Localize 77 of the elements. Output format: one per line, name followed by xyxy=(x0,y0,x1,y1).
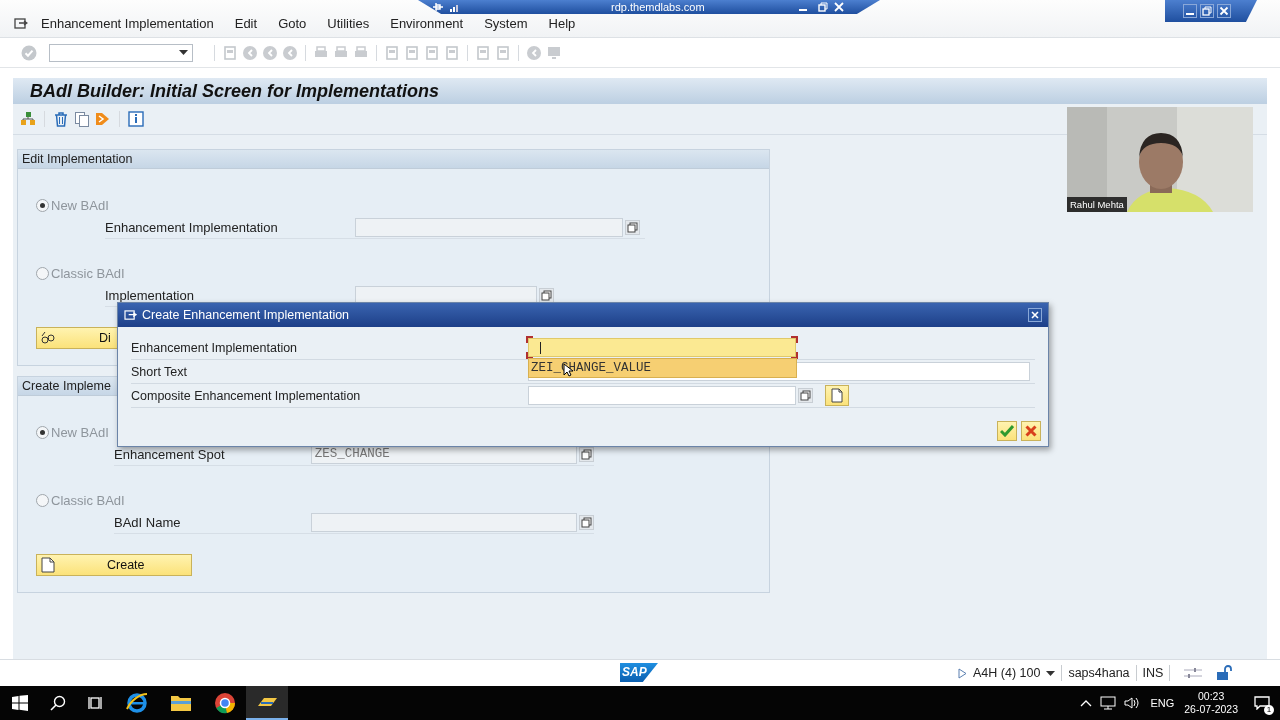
notification-badge: 1 xyxy=(1264,705,1274,715)
field-label: Implementation xyxy=(105,287,195,303)
menu-item[interactable]: Environment xyxy=(390,16,464,31)
notification-button[interactable]: 1 xyxy=(1250,691,1274,715)
checkmark-icon xyxy=(1000,425,1014,437)
dialog-menu-icon[interactable] xyxy=(124,309,137,321)
screen-title: BAdI Builder: Initial Screen for Implementations xyxy=(30,80,440,102)
close-icon[interactable] xyxy=(1217,4,1231,18)
network-icon[interactable] xyxy=(1100,696,1117,710)
document-icon xyxy=(831,388,843,403)
message-icon xyxy=(1254,696,1270,710)
search-icon[interactable] xyxy=(50,695,66,711)
restore-icon[interactable] xyxy=(818,2,828,12)
chrome-icon[interactable] xyxy=(214,692,236,714)
minimize-icon[interactable] xyxy=(1183,4,1197,18)
menu-item[interactable]: Edit xyxy=(234,16,258,31)
lock-icon[interactable] xyxy=(1216,665,1233,681)
menu-item[interactable]: Enhancement Implementation xyxy=(41,16,214,31)
volume-icon[interactable] xyxy=(1124,696,1141,710)
radio-label: Classic BAdI xyxy=(51,265,125,281)
trash-icon[interactable] xyxy=(53,111,69,127)
dialog-title: Create Enhancement Implementation xyxy=(142,308,350,322)
input-field[interactable] xyxy=(528,386,796,405)
field-label: Enhancement Implementation xyxy=(105,219,279,235)
field-label: Enhancement Spot xyxy=(114,446,226,462)
radio-label: New BAdI xyxy=(51,424,109,440)
value-help-icon[interactable] xyxy=(798,388,813,403)
system-info: A4H (4) 100 xyxy=(973,666,1041,680)
remote-host: rdp.themdlabs.com xyxy=(611,1,705,13)
browser-icon[interactable] xyxy=(126,692,148,714)
sap-logo: SAP xyxy=(620,663,658,682)
participant-name: Rahul Mehta xyxy=(1067,197,1127,212)
caret-icon xyxy=(179,50,188,55)
value-help-icon[interactable] xyxy=(579,446,594,462)
cancel-button[interactable] xyxy=(1021,421,1041,441)
document-icon xyxy=(41,557,55,573)
close-icon xyxy=(1025,425,1037,437)
input-field[interactable] xyxy=(528,338,796,357)
field-label: Short Text xyxy=(131,364,189,379)
close-icon[interactable] xyxy=(1028,308,1042,322)
menu-item[interactable]: Utilities xyxy=(327,16,370,31)
chevron-up-icon[interactable] xyxy=(1080,699,1093,707)
clock-time[interactable]: 00:23 xyxy=(1198,690,1225,703)
value-help-icon[interactable] xyxy=(625,219,640,235)
copy-icon[interactable] xyxy=(74,111,90,127)
radio-label: New BAdI xyxy=(51,197,109,213)
sliders-icon[interactable] xyxy=(1184,667,1203,679)
language-indicator[interactable]: ENG xyxy=(1150,697,1175,709)
task-view-icon[interactable] xyxy=(88,695,104,711)
create-button[interactable]: Create xyxy=(36,554,192,576)
menu-item[interactable]: System xyxy=(484,16,528,31)
radio-label: Classic BAdI xyxy=(51,492,125,508)
clock-date[interactable]: 26-07-2023 xyxy=(1184,703,1238,716)
input-field[interactable] xyxy=(310,512,577,532)
field-label: BAdI Name xyxy=(114,514,182,530)
menu-item[interactable]: Help xyxy=(548,16,576,31)
caret-icon[interactable] xyxy=(1046,670,1056,676)
glasses-icon xyxy=(41,330,55,346)
menu-icon[interactable] xyxy=(14,17,28,30)
value-help-icon[interactable] xyxy=(539,287,554,303)
restore-icon[interactable] xyxy=(1200,4,1214,18)
input-field[interactable] xyxy=(355,217,623,237)
folder-icon[interactable] xyxy=(170,694,192,712)
info-icon[interactable] xyxy=(128,111,144,127)
hierarchy-icon[interactable] xyxy=(20,111,36,127)
command-field[interactable] xyxy=(49,43,193,62)
windows-start-icon[interactable] xyxy=(12,695,28,711)
signal-icon xyxy=(450,2,460,12)
menu-item[interactable]: Goto xyxy=(278,16,307,31)
confirm-button[interactable] xyxy=(997,421,1017,441)
value-help-icon[interactable] xyxy=(579,514,594,530)
pin-icon[interactable] xyxy=(432,2,444,12)
group-title: Edit Implementation xyxy=(18,150,769,169)
server-name: saps4hana xyxy=(1068,666,1130,680)
input-mode: INS xyxy=(1142,666,1164,680)
expand-icon[interactable] xyxy=(958,667,967,679)
create-button[interactable] xyxy=(825,385,849,406)
